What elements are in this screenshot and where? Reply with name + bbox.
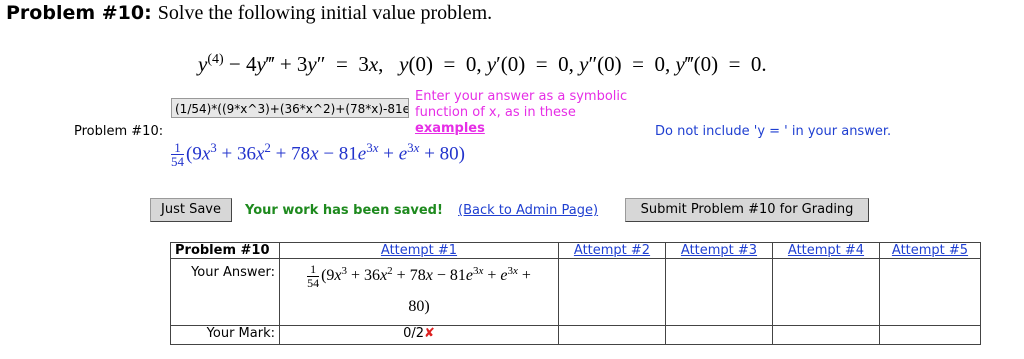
attempt-5-header[interactable]: Attempt #5 <box>879 242 981 259</box>
back-to-admin-link[interactable]: (Back to Admin Page) <box>458 203 598 218</box>
attempt-4-answer <box>772 258 880 326</box>
attempt-1-header[interactable]: Attempt #1 <box>279 242 559 259</box>
saved-message: Your work has been saved! <box>245 203 443 218</box>
your-answer-label: Your Answer: <box>170 258 280 326</box>
attempts-table: Problem #10 Attempt #1 Attempt #2 Attemp… <box>170 242 981 345</box>
attempts-header: Problem #10 <box>170 242 280 259</box>
attempt-2-answer <box>558 258 666 326</box>
answer-input[interactable]: (1/54)*((9*x^3)+(36*x^2)+(78*x)-81e^(3x)… <box>171 98 409 118</box>
attempt-4-header[interactable]: Attempt #4 <box>772 242 880 259</box>
attempt-1-answer-end: 80) <box>408 298 430 315</box>
attempt-3-answer <box>665 258 773 326</box>
attempt-5-mark <box>879 325 981 345</box>
attempt-5-answer <box>879 258 981 326</box>
attempt-2-header[interactable]: Attempt #2 <box>558 242 666 259</box>
problem-title: Problem #10: Solve the following initial… <box>6 2 492 25</box>
answer-preview: 1 54 (9x3 + 36x2 + 78x − 81e3x + e3x + 80) <box>171 140 465 170</box>
answer-hint: Enter your answer as a symbolic function… <box>415 89 627 137</box>
problem-label: Problem #10: <box>74 124 164 139</box>
equation: y(4) − 4y‴ + 3y″ = 3x, y(0) = 0, y′(0) =… <box>198 52 767 76</box>
wrong-icon: ✘ <box>424 326 435 341</box>
attempt-1-mark: 0/2✘ <box>279 325 559 345</box>
just-save-button[interactable]: Just Save <box>150 198 232 222</box>
attempt-4-mark <box>772 325 880 345</box>
hint-line-1: Enter your answer as a symbolic <box>415 89 628 104</box>
your-mark-label: Your Mark: <box>170 325 280 345</box>
answer-note: Do not include 'y = ' in your answer. <box>655 124 892 139</box>
hint-line-2: function of x, as in these <box>415 105 576 120</box>
examples-link[interactable]: examples <box>415 121 627 137</box>
attempt-3-mark <box>665 325 773 345</box>
attempt-2-mark <box>558 325 666 345</box>
problem-number: Problem #10: <box>6 2 152 24</box>
problem-description: Solve the following initial value proble… <box>157 2 493 24</box>
submit-button[interactable]: Submit Problem #10 for Grading <box>625 198 869 222</box>
attempt-3-header[interactable]: Attempt #3 <box>665 242 773 259</box>
attempt-1-answer: 1 54 (9x3 + 36x2 + 78x − 81e3x + e3x + 80) <box>279 258 559 326</box>
